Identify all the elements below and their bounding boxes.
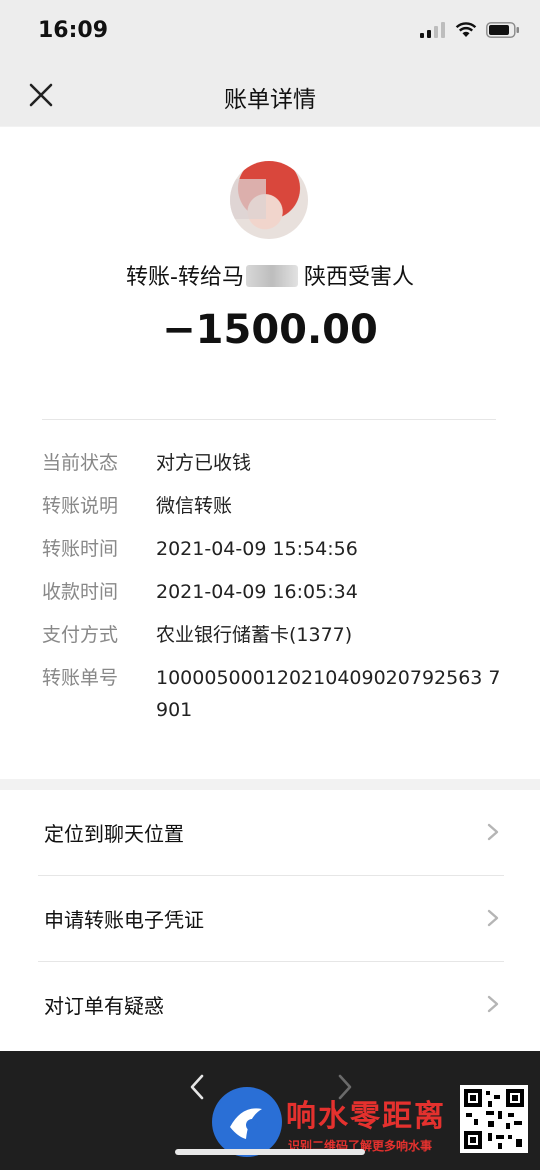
chevron-right-icon [487,909,499,927]
status-bar: 16:09 [0,0,540,66]
status-icons [420,22,520,38]
qr-code-icon [460,1085,528,1153]
detail-label: 支付方式 [42,624,119,646]
menu-item-label: 对订单有疑惑 [44,994,164,1018]
detail-label: 收款时间 [42,581,119,603]
menu-item-label: 定位到聊天位置 [44,822,184,846]
home-indicator[interactable] [175,1149,365,1155]
detail-value: 100005000120210409020792563 7901 [156,667,501,721]
order-question-button[interactable]: 对订单有疑惑 [0,962,540,1047]
detail-row-description: 转账说明 微信转账 [42,490,502,522]
action-menu: 定位到聊天位置 申请转账电子凭证 对订单有疑惑 [0,790,540,1052]
detail-value: 农业银行储蓄卡(1377) [156,624,353,646]
chevron-right-icon [487,823,499,841]
detail-value: 2021-04-09 16:05:34 [156,581,358,603]
payee-prefix: 转账-转给马 [126,265,244,290]
page-title: 账单详情 [224,87,316,113]
detail-row-receive-time: 收款时间 2021-04-09 16:05:34 [42,576,502,608]
locate-chat-button[interactable]: 定位到聊天位置 [0,790,540,875]
avatar-blur [230,179,266,219]
detail-list: 当前状态 对方已收钱 转账说明 微信转账 转账时间 2021-04-09 15:… [42,447,502,737]
navigation-bar: 账单详情 [0,66,540,126]
payee-suffix: 陕西受害人 [303,265,414,290]
detail-label: 转账时间 [42,538,119,560]
detail-value: 2021-04-09 15:54:56 [156,538,358,560]
battery-icon [486,22,519,38]
detail-value: 对方已收钱 [156,452,252,474]
bill-detail-card: 转账-转给马 陕西受害人 −1500.00 当前状态 对方已收钱 转账说明 微信转… [0,127,540,779]
signal-icon [420,22,445,38]
bottom-toolbar: 响水零距离 识别二维码了解更多响水事 [0,1051,540,1170]
detail-label: 转账单号 [42,667,119,689]
back-arrow-icon[interactable] [188,1073,206,1101]
detail-row-transfer-time: 转账时间 2021-04-09 15:54:56 [42,533,502,565]
detail-label: 当前状态 [42,452,119,474]
wifi-icon [455,22,477,37]
chevron-right-icon [487,995,499,1013]
transfer-amount: −1500.00 [162,307,378,353]
divider [42,419,496,420]
detail-row-status: 当前状态 对方已收钱 [42,447,502,479]
status-time: 16:09 [38,18,109,43]
detail-row-transaction-id: 转账单号 100005000120210409020792563 7901 [42,662,502,726]
watermark-logo [212,1087,282,1157]
detail-row-payment-method: 支付方式 农业银行储蓄卡(1377) [42,619,502,651]
menu-item-label: 申请转账电子凭证 [44,908,204,932]
watermark-name: 响水零距离 [286,1099,446,1134]
avatar [230,161,308,239]
detail-label: 转账说明 [42,495,119,517]
detail-value: 微信转账 [156,495,233,517]
request-voucher-button[interactable]: 申请转账电子凭证 [0,876,540,961]
payee-title: 转账-转给马 陕西受害人 [0,259,540,291]
blurred-name [245,265,298,287]
